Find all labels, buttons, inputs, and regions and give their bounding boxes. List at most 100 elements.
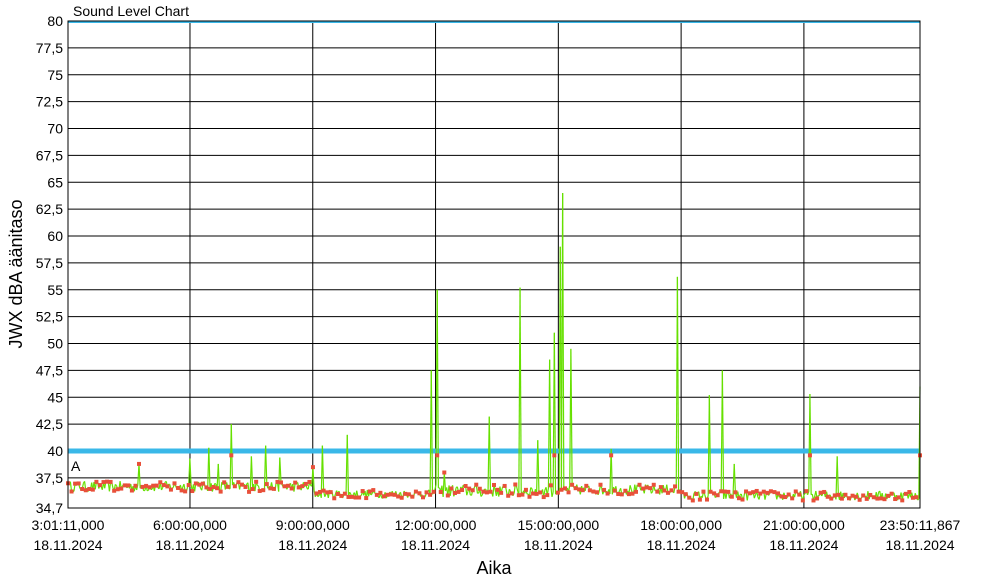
data-point-marker [765, 490, 770, 495]
data-point-marker [197, 482, 202, 487]
data-point-marker [193, 481, 198, 486]
data-point-marker [744, 489, 749, 494]
data-point-marker [456, 489, 461, 494]
data-point-marker [481, 489, 486, 494]
y-tick-label: 72,5 [36, 94, 63, 110]
data-point-marker [616, 491, 621, 496]
data-point-marker [378, 490, 383, 495]
data-point-marker [797, 492, 802, 497]
data-point-marker [495, 487, 500, 492]
data-point-marker [254, 479, 259, 484]
data-point-marker [818, 490, 823, 495]
data-point-marker [76, 481, 81, 486]
y-tick-label: 62,5 [36, 201, 63, 217]
data-point-marker [424, 490, 429, 495]
data-point-marker [73, 481, 78, 486]
data-point-marker [751, 490, 756, 495]
data-point-marker [644, 485, 649, 490]
x-tick-date-label: 18.11.2024 [155, 537, 224, 553]
data-point-marker [850, 493, 855, 498]
data-point-marker [268, 486, 273, 491]
data-point-marker [346, 494, 351, 499]
data-point-marker [807, 453, 812, 458]
data-point-marker [133, 483, 138, 488]
data-point-marker [786, 492, 791, 497]
data-point-marker [548, 483, 553, 488]
data-point-marker [648, 486, 653, 491]
data-point-marker [868, 492, 873, 497]
data-point-marker [641, 486, 646, 491]
data-point-marker [612, 488, 617, 493]
data-point-marker [662, 488, 667, 493]
y-tick-label: 50 [47, 336, 63, 352]
data-point-marker [236, 480, 241, 485]
data-point-marker [161, 483, 166, 488]
y-tick-label: 77,5 [36, 40, 63, 56]
data-point-marker [158, 480, 163, 485]
data-point-marker [381, 494, 386, 499]
data-point-marker [637, 482, 642, 487]
data-point-marker [541, 495, 546, 500]
data-point-marker [413, 489, 418, 494]
data-point-marker [463, 483, 468, 488]
data-point-marker [168, 487, 173, 492]
data-point-marker [399, 495, 404, 500]
data-point-marker [694, 491, 699, 496]
data-point-marker [112, 488, 117, 493]
data-point-marker [310, 465, 315, 470]
data-point-marker [740, 497, 745, 502]
data-point-marker [861, 493, 866, 498]
data-point-marker [293, 480, 298, 485]
data-point-marker [825, 494, 830, 499]
data-point-marker [438, 490, 443, 495]
data-point-marker [573, 486, 578, 491]
data-point-marker [598, 482, 603, 487]
data-point-marker [832, 493, 837, 498]
data-point-marker [705, 497, 709, 502]
data-point-marker [733, 490, 738, 495]
data-point-marker [332, 496, 337, 501]
data-point-marker [218, 489, 223, 494]
data-point-marker [626, 492, 631, 497]
data-point-marker [651, 482, 656, 487]
data-point-marker [708, 489, 713, 494]
data-point-marker [527, 494, 532, 499]
x-tick-time-label: 12:00:00,000 [395, 517, 477, 533]
data-point-marker [328, 490, 333, 495]
data-point-marker [570, 482, 575, 487]
data-point-marker [843, 492, 848, 497]
data-point-marker [165, 484, 170, 489]
data-point-marker [747, 491, 752, 496]
data-point-marker [658, 485, 663, 490]
data-point-marker [552, 453, 557, 458]
data-point-marker [176, 485, 181, 490]
series-segment [317, 495, 320, 498]
data-point-marker [449, 486, 454, 491]
data-point-marker [392, 492, 397, 497]
data-point-marker [484, 490, 489, 495]
data-point-marker [623, 488, 628, 493]
data-point-marker [900, 498, 905, 503]
data-point-marker [584, 483, 589, 488]
data-point-marker [126, 483, 131, 488]
x-tick-date-label: 18.11.2024 [278, 537, 347, 553]
data-point-marker [719, 489, 724, 494]
data-point-marker [488, 489, 493, 494]
data-point-marker [374, 492, 379, 497]
data-point-marker [179, 488, 184, 493]
data-point-marker [506, 493, 511, 498]
data-point-marker [477, 486, 482, 491]
data-point-marker [594, 490, 599, 495]
data-point-marker [364, 496, 369, 501]
chart-title: Sound Level Chart [73, 3, 189, 19]
data-point-marker [729, 494, 734, 499]
data-point-marker [403, 491, 408, 496]
data-point-marker [445, 493, 450, 498]
data-point-marker [69, 489, 74, 494]
sound-level-chart: Sound Level Chart A 80 77,5 75 72,5 70 67,5 65… [0, 0, 990, 588]
y-tick-label: 55 [47, 282, 63, 298]
data-point-marker [577, 487, 582, 492]
data-point-marker [829, 496, 834, 501]
data-point-marker [889, 491, 894, 496]
data-point-marker [878, 496, 883, 501]
